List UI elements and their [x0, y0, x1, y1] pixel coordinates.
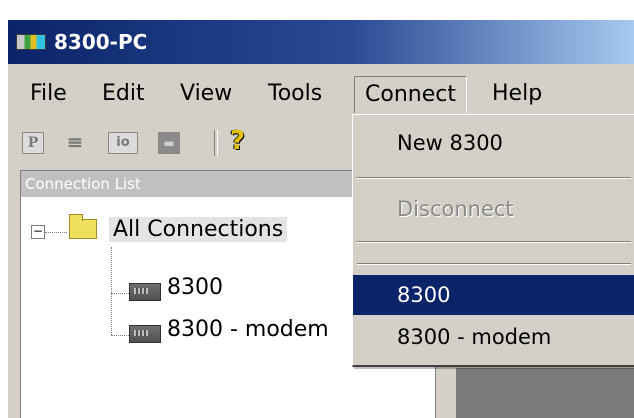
save-icon[interactable]: ▬: [158, 132, 180, 154]
menu-separator: [357, 241, 631, 243]
menu-help[interactable]: Help: [482, 76, 552, 112]
tree-item-all-connections[interactable]: All Connections: [109, 217, 288, 242]
title-bar[interactable]: 8300-PC: [8, 20, 634, 64]
menu-separator: [357, 263, 631, 265]
menu-edit[interactable]: Edit: [92, 76, 155, 112]
menu-item-8300-modem[interactable]: 8300 - modem: [353, 317, 634, 357]
tree-item-8300[interactable]: 8300: [167, 275, 223, 300]
menu-separator: [357, 177, 631, 179]
application-window: 8300-PC File Edit View Tools Connect Hel…: [0, 0, 634, 418]
connect-menu: New 8300 Disconnect 8300 8300 - modem: [352, 114, 634, 367]
help-icon[interactable]: ?: [230, 126, 245, 156]
window-title: 8300-PC: [54, 30, 148, 54]
menu-item-8300[interactable]: 8300: [353, 275, 634, 315]
toolbar-separator: [214, 130, 218, 156]
app-icon: [16, 34, 46, 50]
tree-connector: [111, 247, 112, 335]
menu-view[interactable]: View: [170, 76, 242, 112]
device-icon: [129, 325, 161, 343]
document-icon[interactable]: ≡: [64, 132, 86, 154]
device-icon: [129, 283, 161, 301]
collapse-icon[interactable]: −: [31, 225, 45, 239]
workspace-area: [456, 368, 634, 418]
io-icon[interactable]: io: [108, 132, 138, 154]
menu-item-disconnect[interactable]: Disconnect: [353, 189, 634, 229]
menu-tools[interactable]: Tools: [258, 76, 332, 112]
tree-item-8300-modem[interactable]: 8300 - modem: [167, 317, 329, 342]
folder-icon: [69, 214, 97, 239]
tree-connector: [45, 232, 67, 233]
menu-file[interactable]: File: [20, 76, 77, 112]
menu-connect[interactable]: Connect: [354, 76, 467, 113]
menu-item-new-8300[interactable]: New 8300: [353, 123, 634, 163]
page-icon[interactable]: P: [22, 132, 44, 154]
